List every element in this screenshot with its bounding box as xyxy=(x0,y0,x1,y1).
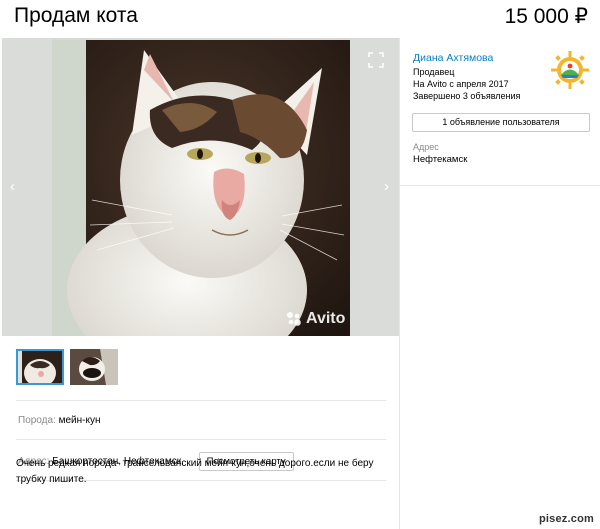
seller-since: На Avito с апреля 2017 xyxy=(413,79,509,89)
chevron-left-icon: ‹ xyxy=(10,178,15,195)
gallery-side-right xyxy=(350,38,399,336)
seller-address-label: Адрес xyxy=(413,142,439,152)
gallery-prev-button[interactable]: ‹ xyxy=(10,178,15,195)
photo-gallery[interactable]: ‹ › Avito xyxy=(2,38,399,336)
site-watermark: pisez.com xyxy=(539,513,594,525)
cat-photo[interactable] xyxy=(52,40,350,336)
breed-label: Порода: xyxy=(18,415,56,426)
gallery-next-button[interactable]: › xyxy=(384,178,389,195)
avito-logo-icon xyxy=(287,312,301,326)
section-divider xyxy=(16,400,386,401)
seller-panel: Диана Ахтямова Продавец На Avito с апрел… xyxy=(400,38,600,186)
seller-role: Продавец xyxy=(413,67,455,77)
chevron-right-icon: › xyxy=(384,178,389,195)
breed-param: Порода: мейн-кун xyxy=(18,415,101,426)
thumbnail-image xyxy=(16,349,64,385)
watermark-text: Avito xyxy=(306,310,346,327)
section-divider xyxy=(16,439,386,440)
thumbnail-1[interactable] xyxy=(16,349,64,385)
seller-avatar[interactable] xyxy=(550,50,590,90)
seller-completed: Завершено 3 объявления xyxy=(413,91,521,101)
listing-description: Очень редкая порода- трансельванский мей… xyxy=(16,458,374,485)
listing-price: 15 000 ₽ xyxy=(504,5,588,28)
expand-icon xyxy=(368,52,384,68)
seller-listings-button[interactable]: 1 объявление пользователя xyxy=(412,113,590,132)
cat-illustration xyxy=(52,40,350,336)
fullscreen-button[interactable] xyxy=(368,52,384,68)
seller-name-link[interactable]: Диана Ахтямова xyxy=(413,52,493,64)
thumbnail-image xyxy=(70,349,118,385)
thumbnail-strip xyxy=(16,349,118,385)
avito-watermark: Avito xyxy=(286,310,345,328)
thumbnail-2[interactable] xyxy=(70,349,118,385)
seller-logo-icon xyxy=(551,51,589,89)
listing-title: Продам кота xyxy=(14,4,138,27)
seller-address-value: Нефтекамск xyxy=(413,154,468,165)
breed-value: мейн-кун xyxy=(58,415,101,426)
